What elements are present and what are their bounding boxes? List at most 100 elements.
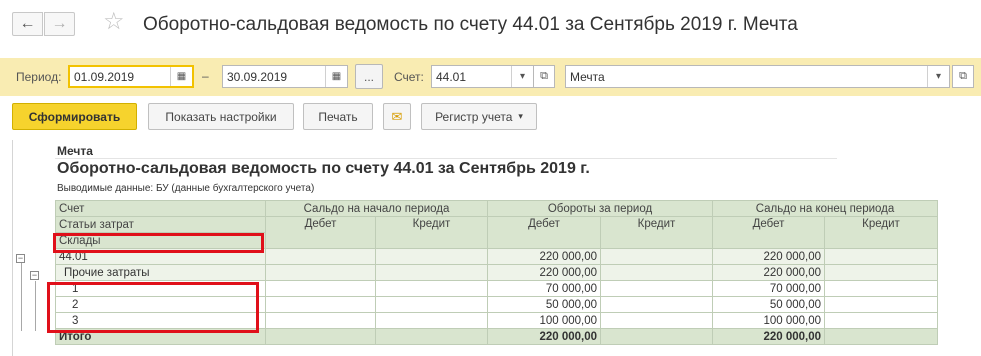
cell: 220 000,00 [487,248,601,265]
cell [600,280,713,297]
select-period-button[interactable]: ... [355,64,383,89]
cell [375,328,488,345]
header-debit: Дебет [265,216,376,249]
highlight-box [53,233,264,253]
cell [265,328,376,345]
report-note: Выводимые данные: БУ (данные бухгалтерск… [57,183,315,194]
cell [375,248,488,265]
cell [375,280,488,297]
header-row: Статьи затрат Дебет Кредит Дебет Кредит … [55,216,938,249]
collapse-icon[interactable]: − [16,254,25,263]
cell [824,312,938,329]
cell: 220 000,00 [487,264,601,281]
cell [265,312,376,329]
cell: 100 000,00 [487,312,601,329]
cell [600,296,713,313]
cell: 50 000,00 [487,296,601,313]
register-button[interactable]: Регистр учета ▾ [421,103,537,130]
group-rule [12,140,13,356]
header-turnover: Обороты за период [487,200,713,217]
cell: 70 000,00 [712,280,825,297]
report-title: Оборотно-сальдовая ведомость по счету 44… [57,160,590,177]
header-credit: Кредит [375,216,488,249]
cell: 50 000,00 [712,296,825,313]
cell [600,248,713,265]
open-window-icon: ⧉ [540,70,548,82]
chevron-down-icon[interactable]: ▾ [927,66,949,87]
header-opening: Сальдо на начало периода [265,200,488,217]
tree-line [21,263,22,331]
divider [55,158,837,159]
cell [824,296,938,313]
window-title: Оборотно-сальдовая ведомость по счету 44… [143,14,798,35]
header-row: Счет Сальдо на начало периода Обороты за… [55,200,938,217]
account-value: 44.01 [436,69,467,84]
chevron-down-icon: ▾ [518,111,523,121]
account-label: Счет: [394,70,424,84]
show-settings-button[interactable]: Показать настройки [148,103,294,130]
cell: 220 000,00 [487,328,601,345]
account-field[interactable]: 44.01 ▾ [431,65,534,88]
open-account-button[interactable]: ⧉ [533,65,555,88]
header-debit: Дебет [712,216,825,249]
period-label: Период: [16,70,62,84]
arrow-left-icon: ← [19,15,36,32]
toolbar: Сформировать Показать настройки Печать ✉… [0,103,981,133]
cell [600,312,713,329]
date-to-field[interactable]: 30.09.2019 ▦ [222,65,348,88]
row-label: Прочие затраты [55,264,266,281]
cell [824,264,938,281]
send-email-button[interactable]: ✉ [383,103,411,130]
favorite-star-icon[interactable]: ☆ [103,10,125,34]
cell [600,264,713,281]
highlight-box [47,282,259,333]
chevron-down-icon[interactable]: ▾ [511,66,533,87]
organization-value: Мечта [570,69,605,84]
title-bar: ← → ☆ Оборотно-сальдовая ведомость по сч… [0,0,981,52]
cell [265,248,376,265]
cell: 220 000,00 [712,248,825,265]
cell [265,280,376,297]
header-account: Счет [55,200,266,217]
cell [375,312,488,329]
calendar-icon[interactable]: ▦ [325,66,347,87]
cell: 70 000,00 [487,280,601,297]
date-from-field[interactable]: 01.09.2019 ▦ [68,65,194,88]
filter-panel: Период: 01.09.2019 ▦ – 30.09.2019 ▦ ... … [0,58,981,96]
header-credit: Кредит [600,216,713,249]
cell [824,328,938,345]
arrow-right-icon: → [51,15,68,32]
cell [600,328,713,345]
envelope-icon: ✉ [391,108,403,124]
report-area: Мечта Оборотно-сальдовая ведомость по сч… [0,140,981,356]
header-closing: Сальдо на конец периода [712,200,938,217]
collapse-icon[interactable]: − [30,271,39,280]
date-to-value: 30.09.2019 [227,69,288,84]
organization-field[interactable]: Мечта ▾ [565,65,950,88]
cell: 100 000,00 [712,312,825,329]
cell: 220 000,00 [712,328,825,345]
cell [265,264,376,281]
header-cost-items: Статьи затрат [55,216,266,233]
generate-button[interactable]: Сформировать [12,103,137,130]
open-organization-button[interactable]: ⧉ [952,65,974,88]
table-row[interactable]: Прочие затраты 220 000,00 220 000,00 [55,264,938,281]
header-debit: Дебет [487,216,601,249]
cell [375,296,488,313]
date-from-value: 01.09.2019 [74,69,135,84]
cell [824,280,938,297]
print-button[interactable]: Печать [303,103,373,130]
register-button-label: Регистр учета [435,109,513,124]
header-credit: Кредит [824,216,938,249]
back-button[interactable]: ← [12,12,43,36]
calendar-icon[interactable]: ▦ [170,67,192,86]
report-organization: Мечта [57,144,93,158]
cell [824,248,938,265]
cell [265,296,376,313]
forward-button[interactable]: → [44,12,75,36]
cell [375,264,488,281]
open-window-icon: ⧉ [959,70,967,82]
cell: 220 000,00 [712,264,825,281]
tree-line [35,281,36,331]
period-dash: – [202,69,209,83]
